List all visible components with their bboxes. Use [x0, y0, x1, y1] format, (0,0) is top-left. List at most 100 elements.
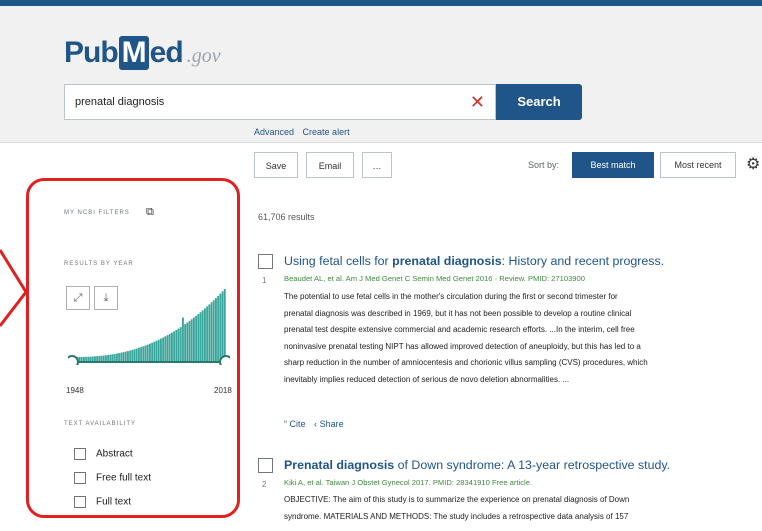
search-input-value: prenatal diagnosis [75, 96, 165, 108]
result-checkbox[interactable] [258, 458, 273, 473]
result-actions: “ Cite ‹ Share [284, 419, 344, 429]
histogram-bar [83, 356, 85, 361]
histogram-bar [138, 347, 140, 361]
title-highlight: Prenatal diagnosis [284, 458, 395, 472]
gear-icon[interactable]: ⚙ [746, 152, 760, 178]
filter-abstract[interactable]: Abstract [74, 448, 133, 464]
histogram-bar [182, 317, 184, 361]
histogram-bar [215, 298, 217, 361]
histogram-bar [179, 327, 182, 361]
histogram-bar [175, 329, 178, 361]
share-button[interactable]: Share [320, 419, 344, 429]
histogram-bar [135, 348, 138, 361]
histogram-bar [80, 356, 83, 361]
histogram-bar [160, 338, 162, 361]
snippet-line: sharp reduction in the number of amnioce… [284, 358, 648, 368]
clear-icon[interactable]: ✕ [470, 85, 485, 119]
histogram-bar [142, 346, 145, 361]
result-title-link[interactable]: Using fetal cells for prenatal diagnosis… [284, 254, 664, 268]
histogram-bar [199, 312, 202, 361]
histogram-bar [102, 355, 105, 361]
search-input[interactable]: prenatal diagnosis ✕ [64, 84, 496, 120]
title-text: : History and recent progress. [501, 254, 665, 268]
filter-free-full-text[interactable]: Free full text [74, 472, 151, 488]
histogram-bar [149, 343, 151, 361]
year-range-start-handle[interactable] [68, 355, 79, 365]
histogram-bar [98, 355, 101, 361]
histogram-bar [151, 342, 154, 361]
histogram-bar [109, 354, 112, 361]
search-header: Pub Med .gov prenatal diagnosis ✕ Search A… [0, 6, 762, 143]
snippet-line: inevitably implies reduced detection of … [284, 374, 570, 384]
histogram-bar [223, 289, 226, 361]
text-availability-label: TEXT AVAILABILITY [64, 421, 137, 427]
external-link-icon[interactable]: ⧉ [146, 206, 154, 219]
result-number: 1 [262, 276, 267, 285]
cite-button[interactable]: Cite [290, 419, 306, 429]
filter-label: Abstract [96, 448, 133, 460]
result-title-link[interactable]: Prenatal diagnosis of Down syndrome: A 1… [284, 458, 670, 472]
year-end-label: 2018 [214, 386, 232, 395]
pubmed-logo[interactable]: Pub Med .gov [64, 36, 221, 70]
sort-most-recent-button[interactable]: Most recent [660, 152, 736, 178]
snippet-line: syndrome. MATERIALS AND METHODS: The stu… [284, 511, 629, 521]
logo-pub: Pub [64, 36, 119, 69]
search-sub-links: Advanced Create alert [254, 127, 356, 137]
logo-m-block: M [118, 36, 149, 70]
result-checkbox[interactable] [258, 254, 273, 269]
logo-ed: ed [149, 36, 184, 69]
result-snippet: The potential to use fetal cells in the … [284, 289, 746, 389]
histogram-bar [171, 332, 173, 361]
title-text: Using fetal cells for [284, 254, 393, 268]
histogram-bar [127, 351, 129, 361]
my-ncbi-filters-label: MY NCBI FILTERS [64, 210, 130, 216]
histogram-bar [155, 340, 158, 361]
create-alert-link[interactable]: Create alert [303, 127, 350, 137]
histogram-bar [195, 315, 198, 361]
histogram-bar [177, 328, 180, 361]
histogram-bar [206, 306, 209, 361]
more-actions-button[interactable]: … [362, 152, 392, 178]
histogram-bar [122, 352, 125, 361]
result-citation: Beaudet AL, et al. Am J Med Genet C Semi… [284, 274, 585, 283]
histogram-bar [107, 354, 110, 361]
year-range-end-handle[interactable] [219, 355, 230, 365]
histogram-bar [217, 295, 220, 361]
histogram-bar [219, 293, 222, 361]
histogram-bar [85, 356, 88, 361]
sort-best-match-button[interactable]: Best match [572, 152, 654, 178]
result-number: 2 [262, 480, 267, 489]
year-start-label: 1948 [66, 386, 84, 395]
histogram-bar [221, 291, 224, 361]
title-text: of Down syndrome: A 13-year retrospectiv… [394, 458, 671, 472]
histogram-bar [87, 356, 90, 361]
histogram-bar [188, 320, 191, 361]
histogram-bar [184, 324, 187, 361]
histogram-bar [157, 339, 160, 361]
filter-label: Full text [96, 496, 132, 508]
save-button[interactable]: Save [254, 152, 298, 178]
search-button[interactable]: Search [496, 84, 582, 120]
checkbox[interactable] [74, 472, 86, 484]
checkbox[interactable] [74, 496, 86, 508]
histogram-bar [124, 351, 127, 361]
histogram-bar [204, 308, 206, 361]
advanced-link[interactable]: Advanced [254, 127, 294, 137]
filter-full-text[interactable]: Full text [74, 496, 131, 512]
histogram-bar [208, 304, 211, 361]
sort-by-label: Sort by: [528, 160, 560, 170]
email-button[interactable]: Email [306, 152, 354, 178]
histogram-bar [113, 353, 116, 361]
histogram-bar [173, 331, 176, 361]
histogram-bar [120, 352, 123, 361]
quote-icon: “ [284, 419, 287, 429]
result-citation: Kiki A, et al. Taiwan J Obstet Gynecol 2… [284, 478, 533, 487]
histogram-bar [91, 356, 94, 361]
histogram-bar [193, 317, 195, 361]
histogram-bar [78, 356, 81, 361]
histogram-bar [100, 355, 103, 361]
results-count: 61,706 results [258, 212, 315, 222]
checkbox[interactable] [74, 448, 86, 460]
annotation-arrow [0, 249, 28, 327]
histogram-bar [166, 335, 169, 361]
